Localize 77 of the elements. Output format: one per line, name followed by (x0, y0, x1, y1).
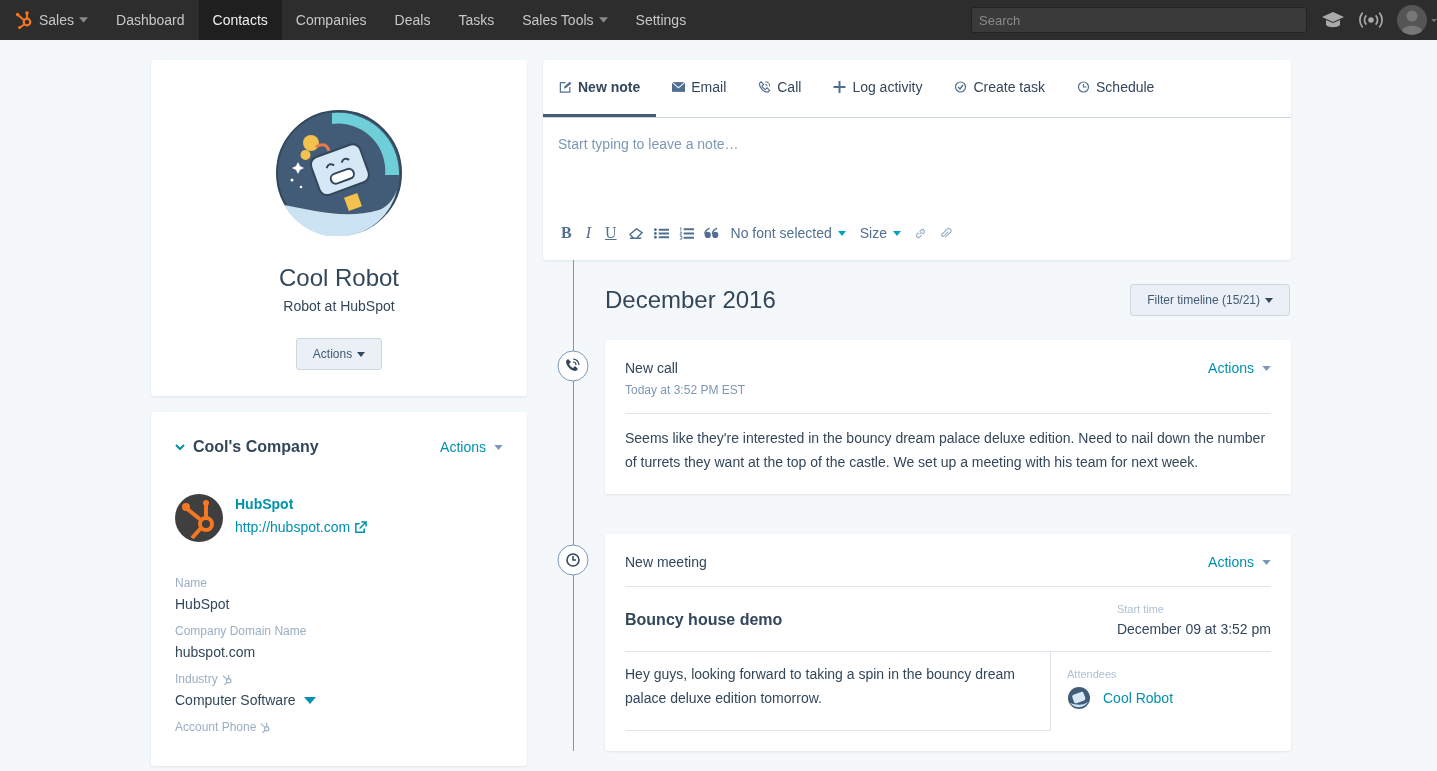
check-circle-icon (954, 81, 968, 93)
search-field[interactable]: Search (971, 7, 1307, 33)
actions-link[interactable]: Actions (1208, 360, 1271, 376)
composer-tab[interactable]: Schedule (1061, 60, 1171, 117)
caret-icon (598, 17, 608, 23)
contact-name: Cool Robot (278, 264, 400, 292)
field-label: Account Phone (175, 720, 257, 734)
attendees-label: Attendees (1067, 668, 1118, 680)
user-avatar-icon[interactable] (1397, 4, 1437, 36)
nav-item[interactable]: Companies (281, 0, 381, 40)
size-select[interactable]: Size (857, 225, 903, 241)
broadcast-icon[interactable] (1359, 11, 1383, 29)
external-link-icon (354, 520, 368, 534)
phone-icon (758, 81, 772, 93)
nav-item[interactable]: Tasks (444, 0, 509, 40)
composer-tab[interactable]: Create task (938, 60, 1061, 117)
composer-tab[interactable]: Call (742, 60, 818, 117)
attendee-avatar-icon (1067, 686, 1091, 710)
caret-icon (1265, 297, 1273, 303)
nav-item[interactable]: Contacts (198, 0, 282, 40)
phone-marker-icon (557, 350, 589, 382)
caret-icon (837, 230, 846, 236)
actions-link[interactable]: Actions (440, 439, 503, 455)
dropdown-caret-icon[interactable] (303, 696, 316, 704)
chevron-icon[interactable] (175, 443, 185, 451)
clock-icon (1077, 81, 1090, 93)
activity-title: New meeting (625, 554, 707, 570)
pencil-note-icon (559, 81, 572, 93)
font-select[interactable]: No font selected (728, 225, 848, 241)
start-time-label: Start time (1116, 603, 1165, 615)
caret-icon (1262, 559, 1271, 565)
composer-tab[interactable]: Email (656, 60, 743, 117)
activity-title: New call (625, 360, 679, 376)
envelope-icon (672, 81, 686, 93)
sprocket-logo-icon (14, 10, 34, 30)
month-heading: December 2016 (605, 286, 776, 314)
clock-marker-icon (557, 544, 589, 576)
field-label: Name (175, 576, 207, 590)
call-notes: Seems like they're interested in the bouncy dream palace deluxe edition. Need to nail down the number of turrets they want at the top of the castle. We set up a meeting with his team for next week. (625, 429, 1267, 472)
format-button[interactable]: I (583, 224, 593, 242)
start-time-value: December 09 at 3:52 pm (1116, 621, 1271, 637)
field-value: hubspot.com (175, 644, 256, 660)
nav-item[interactable]: Deals (380, 0, 445, 40)
caret-icon (892, 230, 901, 236)
graduation-cap-icon[interactable] (1321, 11, 1345, 29)
caret-icon (79, 17, 89, 23)
bulleted-list-icon[interactable] (653, 226, 669, 240)
attendee-link[interactable]: Cool Robot (1103, 690, 1174, 706)
format-button[interactable]: U (603, 224, 619, 242)
composer-tab[interactable]: Log activity (817, 60, 939, 117)
company-logo-icon (175, 494, 223, 542)
caret-icon (494, 444, 503, 450)
filter-timeline-button[interactable]: Filter timeline (15/21) (1130, 284, 1290, 316)
nav-item[interactable]: Sales Tools (508, 0, 622, 40)
company-name-link[interactable]: HubSpot (235, 496, 368, 512)
company-url-link[interactable]: http://hubspot.com (235, 519, 368, 535)
field-label: Industry (175, 672, 218, 686)
actions-link[interactable]: Actions (1208, 554, 1271, 570)
activity-time: Today at 3:52 PM EST (625, 383, 746, 397)
nav-item[interactable]: Dashboard (102, 0, 199, 40)
field-value[interactable]: Computer Software (175, 692, 296, 708)
numbered-list-icon[interactable] (678, 226, 694, 240)
meeting-description: Hey guys, looking forward to taking a spin in the bouncy dream palace deluxe edition tomorrow. (625, 652, 1051, 731)
nav-item[interactable]: Sales (0, 0, 103, 40)
meeting-title: Bouncy house demo (625, 611, 783, 629)
quote-icon[interactable] (703, 226, 719, 240)
plus-icon (833, 81, 847, 93)
company-section-title[interactable]: Cool's Company (193, 438, 433, 456)
caret-icon (1262, 365, 1271, 371)
field-value: HubSpot (175, 596, 230, 612)
actions-button[interactable]: Actions (295, 338, 383, 370)
format-button[interactable]: B (559, 224, 574, 242)
contact-job-title: Robot at HubSpot (283, 298, 395, 314)
field-label: Company Domain Name (175, 624, 307, 638)
caret-icon (357, 351, 366, 357)
eraser-icon[interactable] (628, 226, 644, 240)
nav-item[interactable]: Settings (621, 0, 701, 40)
